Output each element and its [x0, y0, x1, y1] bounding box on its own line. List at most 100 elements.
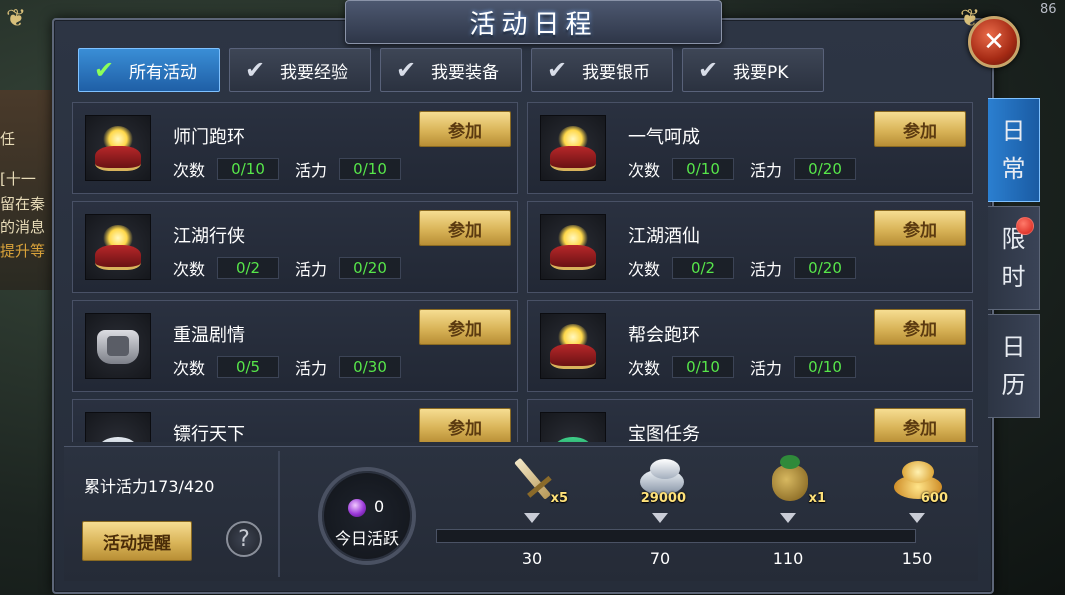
- tab-limited-time[interactable]: 限 时: [988, 206, 1040, 310]
- threshold-marker-icon: [652, 513, 668, 523]
- hat-icon: [85, 115, 151, 181]
- window-title-plate: 活动日程: [345, 0, 722, 44]
- join-button[interactable]: 参加: [874, 309, 966, 345]
- vitality-stat: 活力 0/20: [750, 256, 857, 280]
- vitality-value: 0/10: [339, 158, 402, 180]
- tab-label: 时: [1001, 263, 1026, 291]
- activity-reminder-button[interactable]: 活动提醒: [82, 521, 192, 561]
- reward-chest[interactable]: x5: [496, 453, 568, 515]
- count-value: 0/10: [672, 356, 735, 378]
- join-button[interactable]: 参加: [419, 210, 511, 246]
- activity-name: 江湖酒仙: [628, 226, 700, 247]
- reward-chest[interactable]: x1: [754, 453, 826, 515]
- vitality-value: 0/30: [339, 356, 402, 378]
- activity-name: 帮会跑环: [628, 325, 700, 346]
- hat-icon: [85, 214, 151, 280]
- tab-label: 日: [1001, 117, 1026, 145]
- filter-label: 所有活动: [129, 62, 197, 83]
- activity-name: 宝图任务: [628, 424, 700, 442]
- threshold-marker-icon: [780, 513, 796, 523]
- activity-card: 一气呵成 次数 0/10 活力 0/20 参加: [527, 102, 973, 194]
- check-icon: ✔: [546, 56, 568, 84]
- join-button[interactable]: 参加: [874, 408, 966, 442]
- vitality-value: 0/20: [794, 257, 857, 279]
- count-stat: 次数 0/2: [173, 256, 280, 280]
- background-number: 86: [1040, 2, 1057, 17]
- tab-label: 日: [1001, 333, 1026, 361]
- threshold-value: 70: [649, 549, 671, 568]
- armor-icon: [85, 313, 151, 379]
- threshold-marker-icon: [909, 513, 925, 523]
- count-label: 次数: [628, 359, 661, 378]
- join-button[interactable]: 参加: [874, 210, 966, 246]
- activity-name: 一气呵成: [628, 127, 700, 148]
- activity-name: 江湖行侠: [173, 226, 245, 247]
- background-text: 的消息: [0, 218, 46, 236]
- vitality-stat: 活力 0/20: [750, 157, 857, 181]
- gem-icon: [348, 499, 366, 517]
- check-icon: ✔: [244, 56, 266, 84]
- filter-equipment[interactable]: ✔ 我要装备: [380, 48, 522, 92]
- filter-silver[interactable]: ✔ 我要银币: [531, 48, 673, 92]
- vitality-value: 0/20: [339, 257, 402, 279]
- count-value: 0/10: [672, 158, 735, 180]
- tab-daily[interactable]: 日 常: [988, 98, 1040, 202]
- check-icon: ✔: [93, 56, 115, 84]
- filter-label: 我要银币: [582, 62, 650, 83]
- count-value: 0/5: [217, 356, 280, 378]
- hat-icon: [540, 115, 606, 181]
- activity-card: 师门跑环 次数 0/10 活力 0/10 参加: [72, 102, 518, 194]
- reward-chest[interactable]: 600: [882, 453, 954, 515]
- activity-card: 江湖酒仙 次数 0/2 活力 0/20 参加: [527, 201, 973, 293]
- count-value: 0/10: [217, 158, 280, 180]
- count-label: 次数: [173, 260, 206, 279]
- activity-progress-bar: [436, 529, 916, 543]
- activity-name: 镖行天下: [173, 424, 245, 442]
- count-value: 0/2: [672, 257, 735, 279]
- reward-chest[interactable]: 29000: [626, 453, 698, 515]
- count-label: 次数: [628, 161, 661, 180]
- join-button[interactable]: 参加: [419, 408, 511, 442]
- reward-quantity: 600: [920, 491, 948, 506]
- notification-dot: [1016, 217, 1034, 235]
- silver-icon: [85, 412, 151, 442]
- filter-label: 我要装备: [431, 62, 499, 83]
- threshold-value: 110: [772, 549, 804, 568]
- background-text: 留在秦: [0, 195, 46, 213]
- vitality-summary-bar: 累计活力173/420 活动提醒 ? 0 今日活跃 x5 30 29000 70…: [64, 446, 978, 581]
- hat-icon: [540, 313, 606, 379]
- hat-icon: [540, 214, 606, 280]
- join-button[interactable]: 参加: [419, 111, 511, 147]
- join-button[interactable]: 参加: [874, 111, 966, 147]
- close-icon: ✕: [983, 27, 1005, 57]
- threshold-marker-icon: [524, 513, 540, 523]
- vitality-value: 0/10: [794, 356, 857, 378]
- background-text: 任: [0, 130, 16, 148]
- filter-pk[interactable]: ✔ 我要PK: [682, 48, 824, 92]
- vitality-stat: 活力 0/10: [295, 157, 402, 181]
- close-button[interactable]: ✕: [968, 16, 1020, 68]
- filter-experience[interactable]: ✔ 我要经验: [229, 48, 371, 92]
- count-label: 次数: [628, 260, 661, 279]
- activity-name: 重温剧情: [173, 325, 245, 346]
- vitality-value: 0/20: [794, 158, 857, 180]
- tab-label: 历: [1001, 371, 1026, 399]
- count-label: 次数: [173, 359, 206, 378]
- threshold-value: 30: [521, 549, 543, 568]
- activity-card: 镖行天下 参加: [72, 399, 518, 442]
- vitality-label: 活力: [750, 260, 783, 279]
- reward-quantity: 29000: [640, 491, 686, 506]
- help-button[interactable]: ?: [226, 521, 262, 557]
- activity-list[interactable]: 师门跑环 次数 0/10 活力 0/10 参加 一气呵成 次数 0/10 活力 …: [72, 102, 975, 442]
- vitality-label: 活力: [750, 359, 783, 378]
- activity-name: 师门跑环: [173, 127, 245, 148]
- vitality-label: 活力: [295, 161, 328, 180]
- join-button[interactable]: 参加: [419, 309, 511, 345]
- filter-all-activities[interactable]: ✔ 所有活动: [78, 48, 220, 92]
- count-stat: 次数 0/10: [628, 157, 735, 181]
- count-stat: 次数 0/10: [173, 157, 280, 181]
- reward-quantity: x5: [550, 491, 568, 506]
- activity-card: 宝图任务 参加: [527, 399, 973, 442]
- window-title: 活动日程: [469, 9, 598, 40]
- tab-calendar[interactable]: 日 历: [988, 314, 1040, 418]
